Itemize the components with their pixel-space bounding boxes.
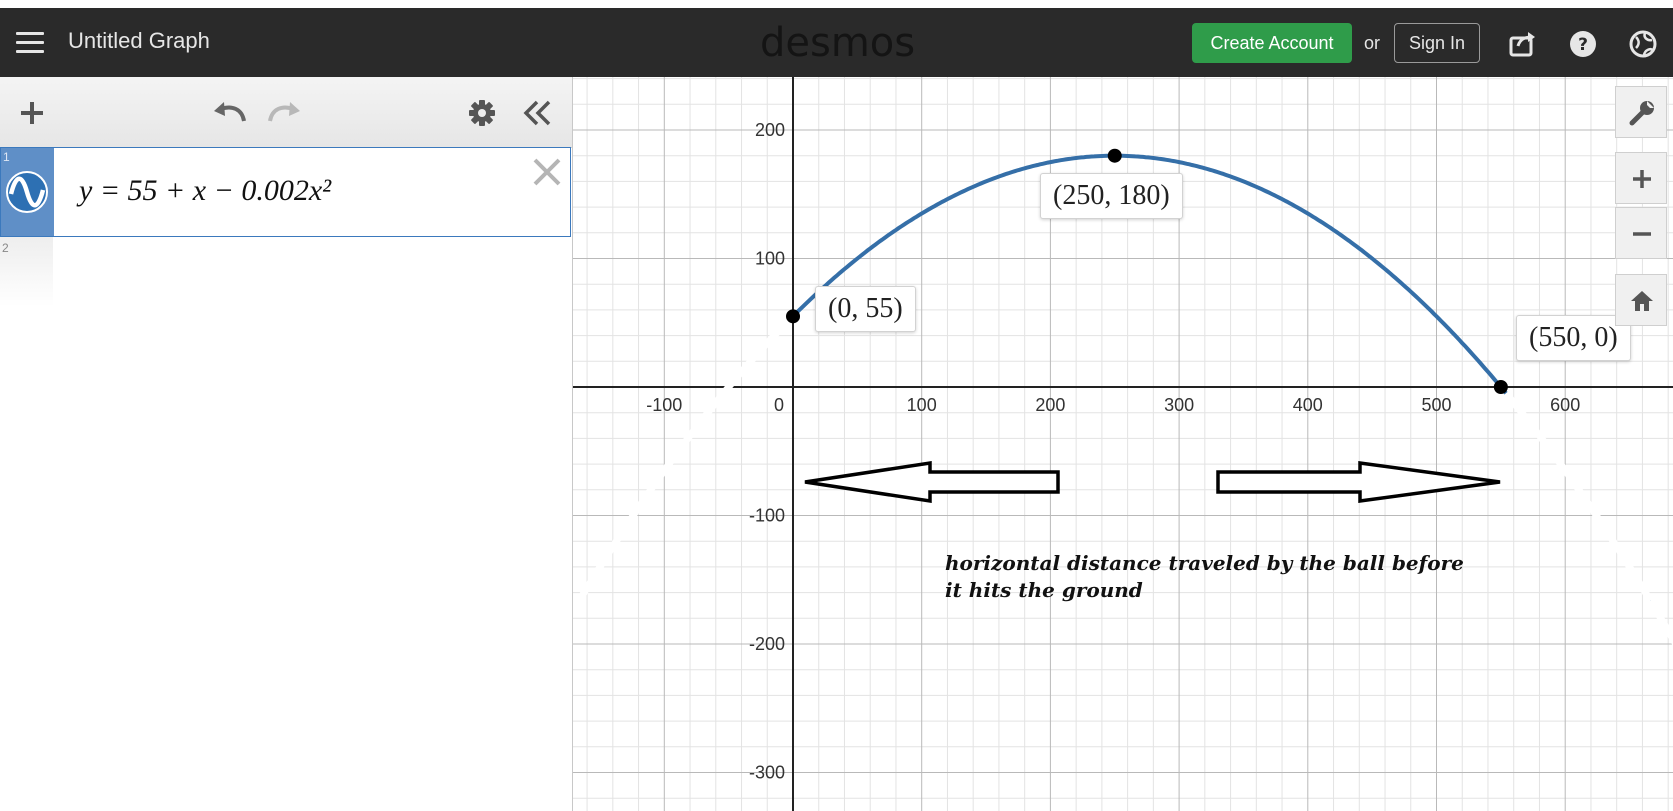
collapse-icon[interactable] (522, 99, 552, 127)
expression-index: 1 (3, 150, 10, 164)
sign-in-button[interactable]: Sign In (1394, 23, 1480, 63)
share-icon[interactable] (1508, 29, 1538, 59)
left-arrow (804, 460, 1060, 504)
help-icon[interactable]: ? (1568, 29, 1598, 59)
expression-index: 2 (2, 241, 9, 255)
expression-panel: 1 y = 55 + x − 0.002x² 2 (0, 77, 573, 811)
point-label-vertex[interactable]: (250, 180) (1040, 173, 1183, 219)
create-account-button[interactable]: Create Account (1192, 23, 1352, 63)
wrench-icon (1629, 101, 1654, 126)
x-tick-label: 600 (1550, 395, 1580, 415)
x-tick-label: 100 (907, 395, 937, 415)
desmos-logo: desmos (760, 20, 916, 66)
graph-title[interactable]: Untitled Graph (68, 28, 210, 54)
y-tick-label: -200 (749, 634, 785, 654)
y-tick-label: -300 (749, 763, 785, 783)
point-label-y-intercept[interactable]: (0, 55) (815, 286, 916, 332)
x-tick-label: -100 (646, 395, 682, 415)
x-tick-label: 200 (1035, 395, 1065, 415)
redo-icon[interactable] (266, 99, 302, 125)
y-tick-label: -100 (749, 506, 785, 526)
annotation-line-2: it hits the ground (945, 578, 1143, 602)
parabola-curve[interactable] (573, 153, 1673, 724)
expression-row[interactable]: 1 y = 55 + x − 0.002x² (0, 147, 571, 237)
annotation-line-1: horizontal distance traveled by the ball… (945, 551, 1464, 575)
top-bar: Untitled Graph desmos Create Account or … (0, 8, 1673, 77)
gear-icon[interactable] (468, 99, 496, 127)
svg-text:?: ? (1578, 35, 1588, 55)
close-icon[interactable] (531, 156, 563, 188)
zoom-in-icon (1633, 170, 1651, 188)
annotation-text: horizontal distance traveled by the ball… (945, 550, 1485, 604)
zoom-out-button[interactable] (1615, 207, 1667, 259)
x-tick-label: 400 (1293, 395, 1323, 415)
hamburger-icon[interactable] (16, 32, 44, 54)
expression-math[interactable]: y = 55 + x − 0.002x² (79, 174, 331, 208)
point-marker[interactable] (1493, 380, 1508, 394)
point-marker[interactable] (1107, 148, 1122, 163)
x-tick-label: 300 (1164, 395, 1194, 415)
top-strip (0, 0, 1673, 8)
graph-settings-button[interactable] (1615, 86, 1667, 138)
zoom-in-button[interactable] (1615, 152, 1667, 204)
zoom-out-icon (1633, 232, 1651, 236)
expression-gutter: 2 (0, 237, 53, 307)
home-icon (1631, 291, 1653, 311)
right-arrow (1216, 460, 1501, 504)
annotation-arrows (804, 460, 1501, 504)
plus-icon[interactable] (18, 99, 46, 127)
home-button[interactable] (1615, 274, 1667, 326)
y-tick-label: 100 (755, 249, 785, 269)
globe-icon[interactable] (1628, 29, 1658, 59)
x-tick-label: 500 (1421, 395, 1451, 415)
y-tick-label: 200 (755, 120, 785, 140)
or-label: or (1364, 33, 1381, 53)
x-tick-label: 0 (774, 395, 784, 415)
undo-icon[interactable] (212, 99, 248, 125)
expression-toolbar (0, 77, 572, 148)
point-label-x-intercept[interactable]: (550, 0) (1516, 315, 1631, 361)
graph-curve-icon[interactable] (5, 170, 49, 214)
expression-row-empty[interactable]: 2 (0, 237, 571, 307)
expression-gutter: 1 (1, 148, 54, 236)
point-marker[interactable] (786, 309, 800, 324)
